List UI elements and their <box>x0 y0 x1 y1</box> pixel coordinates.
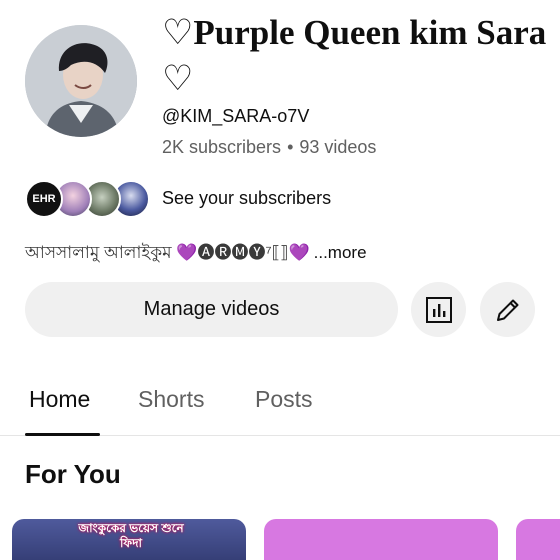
video-thumbnail-caption: জাংকুকের ভয়েস শুনে ফিদা <box>78 521 184 550</box>
pencil-icon <box>496 299 518 321</box>
channel-stats: 2K subscribers • 93 videos <box>162 137 376 158</box>
description-text: আসসালামু আলাইকুম 💜🅐🅡🅜🅨⁷⟦⟧💜 <box>25 243 310 262</box>
subscriber-count: 2K subscribers <box>162 137 282 157</box>
tab-posts[interactable]: Posts <box>255 386 313 413</box>
channel-description[interactable]: আসসালামু আলাইকুম 💜🅐🅡🅜🅨⁷⟦⟧💜 ...more <box>25 238 367 268</box>
section-title: For You <box>25 459 121 489</box>
profile-photo-icon <box>25 25 137 137</box>
separator-dot: • <box>287 137 294 157</box>
channel-header: ♡Purple Queen kim Sara ♡ @KIM_SARA-o7V 2… <box>0 0 560 170</box>
manage-videos-button[interactable]: Manage videos <box>25 282 398 337</box>
channel-name: ♡Purple Queen kim Sara ♡ <box>162 13 547 98</box>
subscriber-avatar: EHR <box>25 180 63 218</box>
video-count: 93 videos <box>299 137 377 157</box>
channel-handle: @KIM_SARA-o7V <box>162 106 310 126</box>
selected-tab-indicator <box>25 433 100 436</box>
more-link[interactable]: ...more <box>314 243 367 262</box>
channel-tabs: Home Shorts Posts <box>0 372 560 436</box>
video-card[interactable] <box>516 519 560 560</box>
analytics-icon <box>425 296 452 323</box>
tab-shorts[interactable]: Shorts <box>138 386 204 413</box>
analytics-button[interactable] <box>411 282 466 337</box>
video-card[interactable] <box>264 519 498 560</box>
video-card[interactable]: জাংকুকের ভয়েস শুনে ফিদা <box>12 519 246 560</box>
see-subscribers-label: See your subscribers <box>162 188 332 208</box>
tab-home[interactable]: Home <box>29 386 90 413</box>
channel-avatar[interactable] <box>25 25 137 137</box>
see-subscribers-row[interactable]: EHR See your subscribers <box>25 178 545 220</box>
edit-button[interactable] <box>480 282 535 337</box>
